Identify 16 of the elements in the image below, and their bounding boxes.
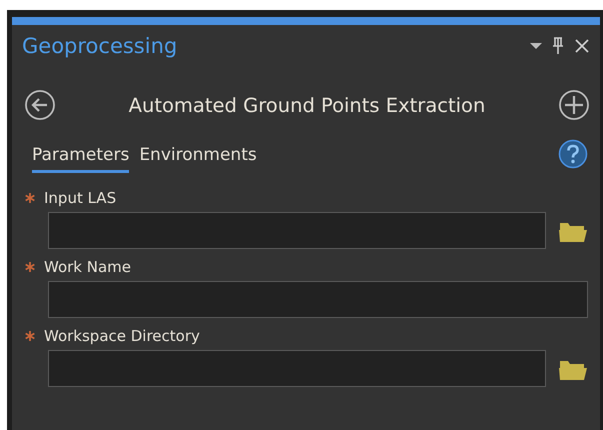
tool-title: Automated Ground Points Extraction — [128, 94, 486, 116]
tab[interactable]: Parameters — [32, 145, 130, 173]
tab[interactable]: Environments — [139, 145, 257, 173]
input-field[interactable] — [48, 281, 588, 318]
input-field[interactable] — [48, 350, 546, 387]
parameter-label: Work Name — [44, 258, 132, 276]
close-icon[interactable] — [574, 38, 590, 54]
back-icon[interactable] — [24, 89, 56, 121]
pin-icon[interactable] — [552, 37, 564, 55]
help-icon[interactable] — [558, 139, 588, 169]
parameter-label: Workspace Directory — [44, 327, 200, 345]
dropdown-icon[interactable] — [530, 42, 542, 50]
parameter-label: Input LAS — [44, 189, 116, 207]
pane-title: Geoprocessing — [22, 34, 178, 58]
add-icon[interactable] — [558, 89, 590, 121]
input-field[interactable] — [48, 212, 546, 249]
